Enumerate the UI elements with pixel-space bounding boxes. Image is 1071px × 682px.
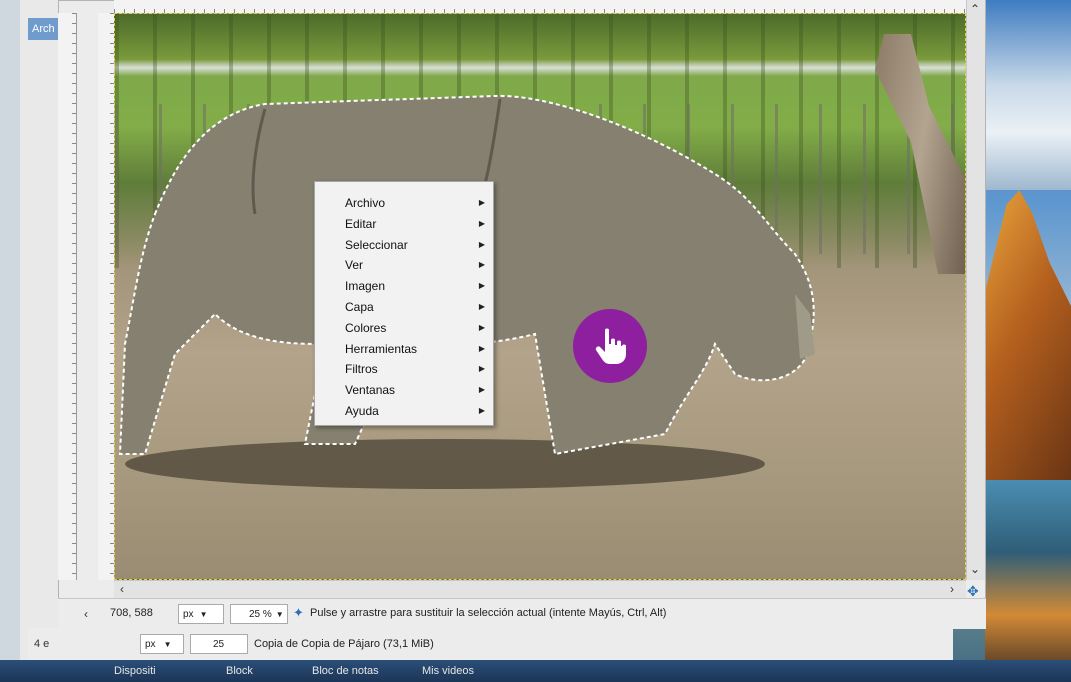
menu-item-label: Filtros [345, 362, 378, 377]
unit-value: px [183, 609, 194, 620]
chevron-down-icon: ▼ [199, 610, 208, 619]
chevron-right-icon: ▶ [478, 343, 485, 353]
rhino-image [118, 94, 815, 456]
menu-item-filtros[interactable]: Filtros ▶ [315, 359, 493, 380]
chevron-right-icon: ▶ [478, 405, 485, 415]
menu-item-herramientas[interactable]: Herramientas ▶ [315, 339, 493, 360]
scroll-right-icon[interactable]: › [950, 582, 954, 596]
menu-item-colores[interactable]: Colores ▶ [315, 318, 493, 339]
second-unit-value: px [145, 639, 156, 650]
chevron-right-icon: ▶ [478, 281, 485, 291]
second-image-info: Copia de Copia de Pájaro (73,1 MiB) [254, 638, 434, 650]
image-context-menu[interactable]: Archivo ▶ Editar ▶ Seleccionar ▶ Ver ▶ Image… [314, 181, 494, 426]
chevron-right-icon: ▶ [478, 239, 485, 249]
menu-item-imagen[interactable]: Imagen ▶ [315, 276, 493, 297]
menu-item-ayuda[interactable]: Ayuda ▶ [315, 401, 493, 422]
hand-pointer-icon [595, 328, 626, 364]
menu-item-label: Archivo [345, 196, 386, 210]
menu-item-label: Imagen [345, 279, 386, 294]
background-window-status: 4 e [28, 628, 58, 660]
nav-left-icon[interactable]: ‹ [84, 607, 88, 621]
pointer-coordinates: 708, 588 [110, 607, 153, 619]
taskbar: Dispositi Block Bloc de notas Mis videos [0, 660, 1071, 682]
taskbar-item[interactable]: Mis videos [416, 663, 480, 679]
image-canvas[interactable] [114, 13, 966, 580]
chevron-right-icon: ▶ [478, 385, 485, 395]
menu-item-label: Ver [345, 258, 364, 273]
menu-item-label: Colores [345, 320, 387, 335]
chevron-right-icon: ▶ [478, 218, 485, 228]
status-message: Pulse y arrastre para sustituir la selec… [310, 607, 667, 619]
wallpaper-sea [985, 480, 1071, 660]
menu-item-ventanas[interactable]: Ventanas ▶ [315, 380, 493, 401]
lasso-tool-icon: ✦ [293, 605, 304, 620]
taskbar-item[interactable]: Bloc de notas [306, 663, 385, 679]
horizontal-scrollbar[interactable]: ‹ › [114, 580, 966, 599]
background-window-strip [0, 0, 20, 660]
zoom-select[interactable]: 25 % ▼ [230, 604, 288, 624]
chevron-right-icon: ▶ [478, 198, 485, 207]
menu-item-label: Ayuda [345, 403, 379, 418]
zoom-value: 25 % [249, 609, 272, 620]
scroll-up-icon[interactable]: ⌃ [970, 2, 980, 16]
chevron-right-icon: ▶ [478, 322, 485, 332]
menu-item-label: Herramientas [345, 341, 418, 356]
wallpaper-cliff [985, 190, 1071, 480]
menu-item-seleccionar[interactable]: Seleccionar ▶ [315, 235, 493, 256]
menu-item-capa[interactable]: Capa ▶ [315, 297, 493, 318]
second-image-window-statusbar: px ▼ 25 %▼ Copia de Copia de Pájaro (73,1… [58, 628, 953, 670]
canvas-statusbar: ‹ 708, 588 px ▼ 25 % ▼ ✦ Pulse y arrastre … [58, 598, 986, 629]
second-unit-select[interactable]: px ▼ [140, 634, 184, 654]
menu-item-ver[interactable]: Ver ▶ [315, 255, 493, 276]
taskbar-item[interactable]: Dispositi [108, 663, 162, 679]
menu-item-label: Ventanas [345, 383, 396, 398]
vertical-scrollbar[interactable]: ⌃ ⌄ [966, 0, 985, 580]
unit-select[interactable]: px ▼ [178, 604, 224, 624]
menu-item-editar[interactable]: Editar ▶ [315, 214, 493, 235]
menu-item-label: Editar [345, 216, 377, 231]
wallpaper-sky [985, 0, 1071, 190]
chevron-right-icon: ▶ [478, 260, 485, 270]
second-zoom-select[interactable]: 25 %▼ [190, 634, 248, 670]
menu-item-archivo[interactable]: Archivo ▶ [315, 193, 493, 214]
taskbar-item[interactable]: Block [220, 663, 259, 679]
chevron-down-icon: ▼ [163, 640, 172, 649]
outer-vertical-ruler [58, 13, 77, 580]
menu-item-label: Seleccionar [345, 237, 408, 252]
chevron-down-icon: ▼ [275, 610, 284, 619]
scroll-down-icon[interactable]: ⌄ [970, 562, 980, 576]
menu-item-label: Capa [345, 299, 374, 314]
scroll-left-icon[interactable]: ‹ [120, 582, 124, 596]
chevron-right-icon: ▶ [478, 364, 485, 374]
horizontal-ruler[interactable] [114, 0, 966, 14]
vertical-ruler[interactable] [98, 13, 115, 580]
click-indicator [573, 309, 647, 383]
chevron-right-icon: ▶ [478, 301, 485, 311]
